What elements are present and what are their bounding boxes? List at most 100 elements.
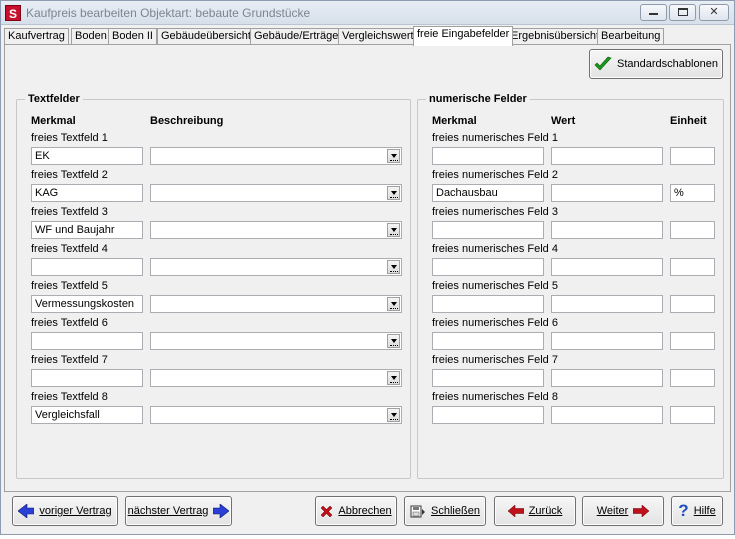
back-arrow-icon: [507, 505, 524, 517]
chevron-down-icon: [390, 339, 397, 343]
dropdown-button[interactable]: [387, 149, 400, 163]
chevron-down-icon: [390, 191, 397, 195]
status-strip: [0, 535, 735, 539]
cancel-button[interactable]: Abbrechen: [315, 496, 397, 526]
dropdown-button[interactable]: [387, 408, 400, 422]
help-label: Hilfe: [693, 505, 716, 517]
text-field-value-input[interactable]: WF und Baujahr: [31, 221, 143, 239]
numeric-field-value-input[interactable]: [551, 221, 663, 239]
close-window-button[interactable]: ✕: [699, 4, 729, 21]
tab-page-freie-eingabefelder: Standardschablonen Textfelder Merkmal Be…: [4, 44, 731, 492]
text-field-description-combo[interactable]: [150, 258, 402, 276]
tab-boden-2[interactable]: Boden II: [108, 28, 157, 45]
dropdown-button[interactable]: [387, 223, 400, 237]
forward-button[interactable]: Weiter: [582, 496, 664, 526]
minimize-button[interactable]: [640, 4, 667, 21]
tab-vergleichswert[interactable]: Vergleichswert: [338, 28, 418, 45]
cancel-label: Abbrechen: [338, 505, 392, 517]
numeric-field-unit-input[interactable]: [670, 369, 715, 387]
dots-icon: [390, 160, 398, 161]
next-contract-button[interactable]: nächster Vertrag: [125, 496, 232, 526]
help-button[interactable]: ? Hilfe: [671, 496, 723, 526]
text-field-value-input[interactable]: Vergleichsfall: [31, 406, 143, 424]
numeric-field-feature-input[interactable]: [432, 406, 544, 424]
numeric-field-value-input[interactable]: [551, 332, 663, 350]
numeric-field-unit-input[interactable]: [670, 406, 715, 424]
close-icon: ✕: [709, 6, 719, 18]
text-field-value-input[interactable]: KAG: [31, 184, 143, 202]
numeric-field-value-input[interactable]: [551, 258, 663, 276]
dropdown-button[interactable]: [387, 297, 400, 311]
text-fields-group: Textfelder Merkmal Beschreibung freies T…: [16, 93, 411, 479]
text-field-value-input[interactable]: [31, 369, 143, 387]
tab-boden[interactable]: Boden: [71, 28, 111, 45]
numeric-field-feature-input[interactable]: [432, 295, 544, 313]
dots-icon: [390, 197, 398, 198]
back-button[interactable]: Zurück: [494, 496, 576, 526]
text-field-label: freies Textfeld 1: [31, 132, 108, 144]
numeric-field-value-input[interactable]: [551, 147, 663, 165]
chevron-down-icon: [390, 376, 397, 380]
tab-freie-eingabefelder[interactable]: freie Eingabefelder: [413, 26, 514, 46]
save-close-icon: [410, 505, 426, 517]
numeric-field-value-input[interactable]: [551, 295, 663, 313]
numeric-field-unit-input[interactable]: %: [670, 184, 715, 202]
dropdown-button[interactable]: [387, 371, 400, 385]
numeric-field-feature-input[interactable]: [432, 369, 544, 387]
standard-templates-button[interactable]: Standardschablonen: [589, 49, 723, 79]
tab-bearbeitung[interactable]: Bearbeitung: [597, 28, 665, 45]
dots-icon: [390, 271, 398, 272]
numeric-field-unit-input[interactable]: [670, 332, 715, 350]
tab-kaufvertrag[interactable]: Kaufvertrag: [4, 28, 69, 45]
text-field-description-combo[interactable]: [150, 295, 402, 313]
maximize-icon: [677, 8, 688, 16]
chevron-down-icon: [390, 228, 397, 232]
forward-arrow-icon: [633, 505, 650, 517]
dots-icon: [390, 308, 398, 309]
text-col-description-header: Beschreibung: [150, 115, 224, 127]
text-field-description-combo[interactable]: [150, 221, 402, 239]
chevron-down-icon: [390, 265, 397, 269]
dots-icon: [390, 382, 398, 383]
numeric-field-unit-input[interactable]: [670, 221, 715, 239]
numeric-field-feature-input[interactable]: [432, 221, 544, 239]
dots-icon: [390, 345, 398, 346]
maximize-button[interactable]: [669, 4, 696, 21]
numeric-field-feature-input[interactable]: [432, 147, 544, 165]
text-field-description-combo[interactable]: [150, 406, 402, 424]
tab-ergebnisuebersicht[interactable]: Ergebnisübersicht: [507, 28, 604, 45]
text-field-description-combo[interactable]: [150, 184, 402, 202]
numeric-field-value-input[interactable]: [551, 369, 663, 387]
chevron-down-icon: [390, 413, 397, 417]
text-field-description-combo[interactable]: [150, 147, 402, 165]
numeric-field-label: freies numerisches Feld 2: [432, 169, 558, 181]
dropdown-button[interactable]: [387, 334, 400, 348]
app-icon: S: [5, 5, 21, 21]
numeric-field-unit-input[interactable]: [670, 147, 715, 165]
numeric-field-value-input[interactable]: [551, 406, 663, 424]
text-field-description-combo[interactable]: [150, 369, 402, 387]
text-field-value-input[interactable]: [31, 258, 143, 276]
text-field-value-input[interactable]: EK: [31, 147, 143, 165]
dots-icon: [390, 419, 398, 420]
numeric-field-feature-input[interactable]: [432, 258, 544, 276]
text-field-value-input[interactable]: [31, 332, 143, 350]
tab-gebaeude-ertraege[interactable]: Gebäude/Erträge: [250, 28, 343, 45]
text-col-feature-header: Merkmal: [31, 115, 76, 127]
dropdown-button[interactable]: [387, 186, 400, 200]
numeric-field-value-input[interactable]: [551, 184, 663, 202]
text-field-value-input[interactable]: Vermessungskosten: [31, 295, 143, 313]
back-label: Zurück: [528, 505, 563, 517]
text-field-description-combo[interactable]: [150, 332, 402, 350]
numeric-field-feature-input[interactable]: Dachausbau: [432, 184, 544, 202]
previous-contract-button[interactable]: voriger Vertrag: [12, 496, 118, 526]
close-button[interactable]: Schließen: [404, 496, 486, 526]
numeric-field-unit-input[interactable]: [670, 295, 715, 313]
numeric-field-unit-input[interactable]: [670, 258, 715, 276]
tab-gebaeudeuebersicht[interactable]: Gebäudeübersicht: [157, 28, 255, 45]
numeric-field-feature-input[interactable]: [432, 332, 544, 350]
dots-icon: [390, 234, 398, 235]
numeric-col-feature-header: Merkmal: [432, 115, 477, 127]
dropdown-button[interactable]: [387, 260, 400, 274]
chevron-down-icon: [390, 302, 397, 306]
